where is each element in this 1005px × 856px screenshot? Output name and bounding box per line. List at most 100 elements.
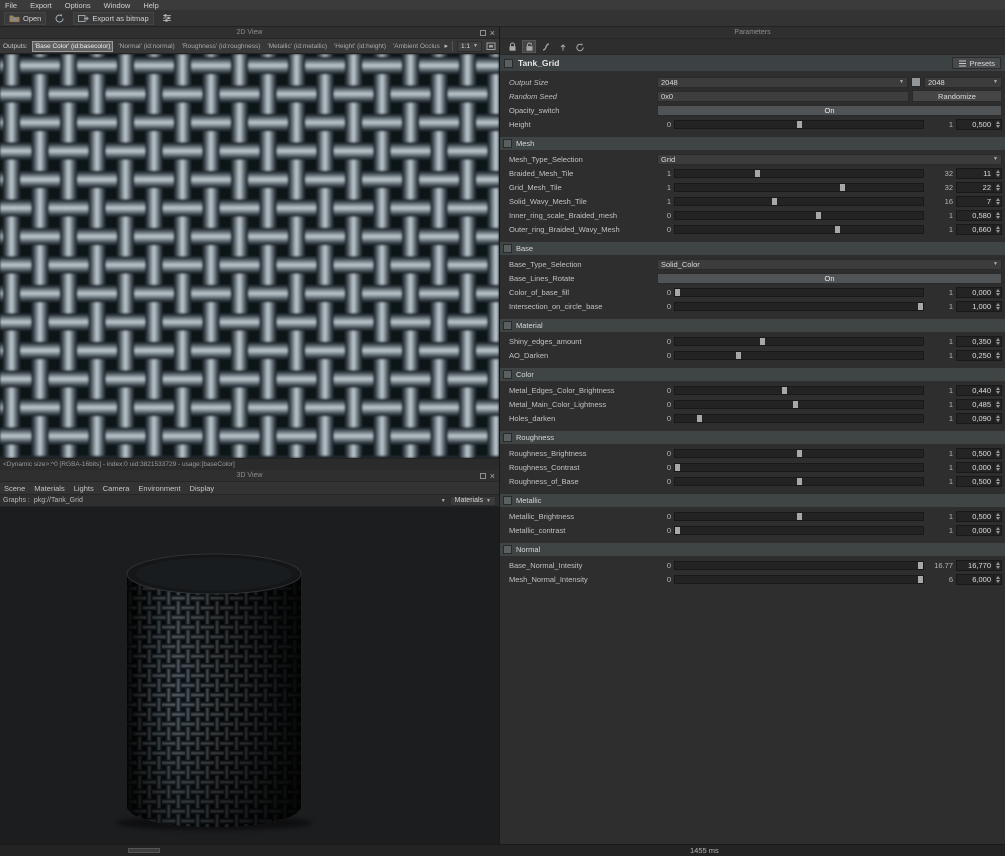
random-seed-field[interactable]: 0x0: [657, 90, 909, 102]
output-chip-height[interactable]: 'Height' (id:height): [332, 42, 388, 51]
view2d-canvas[interactable]: [0, 54, 499, 458]
value-spinner[interactable]: [993, 210, 1001, 220]
presets-button[interactable]: Presets: [951, 57, 1001, 69]
spinner-down-icon[interactable]: [995, 187, 1000, 191]
slider-handle[interactable]: [840, 183, 846, 191]
pin-parameters-button[interactable]: [522, 40, 536, 53]
spinner-down-icon[interactable]: [995, 418, 1000, 422]
value-box[interactable]: 0,250: [956, 349, 1002, 361]
param-slider-track[interactable]: [674, 336, 924, 346]
param-slider-track[interactable]: [674, 301, 924, 311]
value-spinner[interactable]: [993, 448, 1001, 458]
menu-options[interactable]: Options: [65, 1, 91, 10]
spinner-down-icon[interactable]: [995, 229, 1000, 233]
value-spinner[interactable]: [993, 560, 1001, 570]
menu3d-scene[interactable]: Scene: [4, 484, 25, 493]
section-expander-button[interactable]: [503, 496, 512, 505]
value-box[interactable]: 0,485: [956, 398, 1002, 410]
spinner-down-icon[interactable]: [995, 481, 1000, 485]
graph-header[interactable]: Tank_Grid Presets: [500, 55, 1005, 71]
spinner-up-icon[interactable]: [995, 400, 1000, 404]
value-spinner[interactable]: [993, 413, 1001, 423]
slider-handle[interactable]: [696, 414, 702, 422]
param-slider-track[interactable]: [674, 350, 924, 360]
fit-view-icon[interactable]: [486, 42, 496, 51]
spinner-up-icon[interactable]: [995, 561, 1000, 565]
value-box[interactable]: 11: [956, 167, 1002, 179]
value-box[interactable]: 0,350: [956, 335, 1002, 347]
spinner-up-icon[interactable]: [995, 120, 1000, 124]
section-header[interactable]: Material: [500, 319, 1005, 332]
value-spinner[interactable]: [993, 224, 1001, 234]
slider-handle[interactable]: [796, 477, 802, 485]
export-bitmap-button[interactable]: Export as bitmap: [73, 11, 154, 25]
value-box[interactable]: 0,500: [956, 475, 1002, 487]
section-header[interactable]: Metallic: [500, 494, 1005, 507]
value-box[interactable]: 0,580: [956, 209, 1002, 221]
param-slider-track[interactable]: [674, 168, 924, 178]
section-expander-button[interactable]: [503, 139, 512, 148]
slider-handle[interactable]: [835, 225, 841, 233]
lock-parameters-button[interactable]: [505, 40, 519, 53]
section-expander-button[interactable]: [503, 321, 512, 330]
spinner-up-icon[interactable]: [995, 414, 1000, 418]
spinner-up-icon[interactable]: [995, 183, 1000, 187]
bakers-settings-button[interactable]: [160, 12, 175, 25]
float-panel-icon[interactable]: [479, 29, 486, 36]
spinner-up-icon[interactable]: [995, 463, 1000, 467]
slider-handle[interactable]: [918, 302, 923, 310]
spinner-up-icon[interactable]: [995, 477, 1000, 481]
spinner-down-icon[interactable]: [995, 292, 1000, 296]
menu3d-materials[interactable]: Materials: [34, 484, 64, 493]
param-slider-track[interactable]: [674, 574, 924, 584]
slider-handle[interactable]: [918, 561, 923, 569]
value-box[interactable]: 0,660: [956, 223, 1002, 235]
section-header[interactable]: Base: [500, 242, 1005, 255]
param-dropdown[interactable]: Solid_Color ▼: [657, 258, 1002, 270]
slider-handle[interactable]: [792, 400, 798, 408]
spinner-up-icon[interactable]: [995, 512, 1000, 516]
value-spinner[interactable]: [993, 511, 1001, 521]
spinner-down-icon[interactable]: [995, 404, 1000, 408]
param-slider-track[interactable]: [674, 525, 924, 535]
spinner-down-icon[interactable]: [995, 390, 1000, 394]
output-chip-normal[interactable]: 'Normal' (id:normal): [116, 42, 176, 51]
zoom-level-dropdown[interactable]: 1:1 ▼: [457, 40, 482, 52]
slider-handle[interactable]: [772, 197, 778, 205]
value-box[interactable]: 6,000: [956, 573, 1002, 585]
spinner-down-icon[interactable]: [995, 453, 1000, 457]
section-header[interactable]: Normal: [500, 543, 1005, 556]
randomize-button[interactable]: Randomize: [912, 90, 1002, 102]
slider-handle[interactable]: [918, 575, 923, 583]
menu3d-environment[interactable]: Environment: [138, 484, 180, 493]
value-box[interactable]: 0,500: [956, 118, 1002, 130]
slider-handle[interactable]: [755, 169, 761, 177]
spinner-down-icon[interactable]: [995, 124, 1000, 128]
output-chip-basecolor[interactable]: 'Base Color' (id:basecolor): [31, 40, 114, 52]
promote-parameters-button[interactable]: [556, 40, 570, 53]
spinner-down-icon[interactable]: [995, 201, 1000, 205]
value-spinner[interactable]: [993, 462, 1001, 472]
value-box[interactable]: 0,000: [956, 286, 1002, 298]
value-box[interactable]: 0,000: [956, 524, 1002, 536]
param-slider-track[interactable]: [674, 511, 924, 521]
slider-handle[interactable]: [675, 288, 680, 296]
slider-handle[interactable]: [781, 386, 787, 394]
param-slider-track[interactable]: [674, 448, 924, 458]
spinner-up-icon[interactable]: [995, 386, 1000, 390]
close-panel-icon[interactable]: ×: [490, 28, 495, 37]
spinner-up-icon[interactable]: [995, 197, 1000, 201]
param-slider-track[interactable]: [674, 399, 924, 409]
section-header[interactable]: Roughness: [500, 431, 1005, 444]
section-header[interactable]: Mesh: [500, 137, 1005, 150]
view3d-viewport[interactable]: [0, 507, 499, 844]
spinner-up-icon[interactable]: [995, 575, 1000, 579]
slider-handle[interactable]: [796, 512, 802, 520]
float-panel-icon[interactable]: [479, 472, 486, 479]
section-expander-button[interactable]: [503, 433, 512, 442]
value-spinner[interactable]: [993, 399, 1001, 409]
spinner-up-icon[interactable]: [995, 288, 1000, 292]
close-panel-icon[interactable]: ×: [490, 471, 495, 480]
param-slider-track[interactable]: [674, 476, 924, 486]
value-box[interactable]: 0,500: [956, 510, 1002, 522]
